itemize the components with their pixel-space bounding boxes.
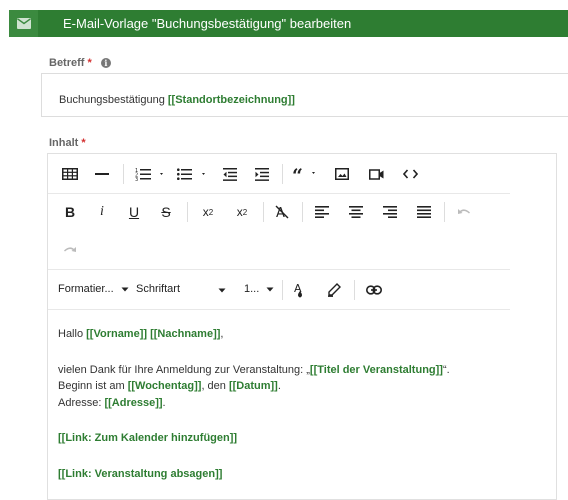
info-icon[interactable]: i <box>100 58 111 69</box>
subject-input[interactable]: Buchungsbestätigung [[Standortbezeichnun… <box>41 73 568 117</box>
placeholder-titel: [[Titel der Veranstaltung]] <box>309 363 443 376</box>
toolbar-divider <box>48 193 510 194</box>
link-icon[interactable] <box>362 280 386 300</box>
chevron-down-icon <box>121 287 129 292</box>
toolbar-separator <box>282 280 283 300</box>
svg-text:3: 3 <box>135 177 138 181</box>
required-mark: * <box>81 137 86 149</box>
subject-label: Betreff * i <box>49 57 111 69</box>
horizontal-line-icon[interactable] <box>90 164 114 184</box>
start-suffix: . <box>277 380 281 392</box>
indent-icon[interactable] <box>250 164 274 184</box>
italic-icon[interactable]: i <box>90 202 114 222</box>
align-left-icon[interactable] <box>310 202 334 222</box>
address-suffix: . <box>162 396 166 409</box>
address-text: Adresse: <box>58 396 105 409</box>
toolbar-divider <box>48 269 510 270</box>
rich-text-editor[interactable]: 123 “ B i U S x2 x2 A Formatier... Schri… <box>47 153 557 500</box>
toolbar-separator <box>187 202 188 222</box>
bold-icon[interactable]: B <box>58 202 82 222</box>
placeholder-link-cancel: [[Link: Veranstaltung absagen]] <box>58 467 223 480</box>
placeholder-nachname: [[Nachname]] <box>150 328 221 340</box>
svg-text:“: “ <box>292 168 303 180</box>
required-mark: * <box>87 57 92 69</box>
toolbar-separator <box>123 164 124 184</box>
font-select-value: Schriftart <box>136 283 181 295</box>
numbered-list-icon[interactable]: 123 <box>132 164 168 184</box>
thanks-suffix: “. <box>442 363 450 376</box>
content-label-text: Inhalt <box>49 137 79 149</box>
strikethrough-icon[interactable]: S <box>154 202 178 222</box>
editor-content[interactable]: Hallo [[Vorname]] [[Nachname]], vielen D… <box>58 326 450 482</box>
image-icon[interactable] <box>330 164 354 184</box>
subject-placeholder-token: [[Standortbezeichnung]] <box>167 94 295 106</box>
table-icon[interactable] <box>58 164 82 184</box>
undo-icon[interactable] <box>452 202 476 222</box>
placeholder-adresse: [[Adresse]] <box>104 396 163 409</box>
outdent-icon[interactable] <box>218 164 242 184</box>
placeholder-datum: [[Datum]] <box>228 380 278 392</box>
toolbar-separator <box>263 202 264 222</box>
toolbar-separator <box>302 202 303 222</box>
align-right-icon[interactable] <box>378 202 402 222</box>
thanks-text: vielen Dank für Ihre Anmeldung zur Veran… <box>58 363 310 376</box>
toolbar-separator <box>282 164 283 184</box>
format-select-value: Formatier... <box>58 283 114 295</box>
address-line: Adresse: [[Adresse]]. <box>58 395 450 412</box>
superscript-icon[interactable]: x2 <box>228 202 256 222</box>
placeholder-wochentag: [[Wochentag]] <box>127 380 202 392</box>
video-icon[interactable] <box>364 164 388 184</box>
cancel-link-line: [[Link: Veranstaltung absagen]] <box>58 466 450 483</box>
toolbar-separator <box>354 280 355 300</box>
content-label: Inhalt * <box>49 137 86 149</box>
blockquote-icon[interactable]: “ <box>289 164 321 184</box>
subject-value-text: Buchungsbestätigung <box>59 94 168 106</box>
align-center-icon[interactable] <box>344 202 368 222</box>
code-view-icon[interactable] <box>398 164 422 184</box>
subscript-icon[interactable]: x2 <box>194 202 222 222</box>
size-select-value: 1... <box>244 283 260 295</box>
calendar-link-line: [[Link: Zum Kalender hinzufügen]] <box>58 430 450 447</box>
toolbar-divider <box>48 309 510 310</box>
underline-icon[interactable]: U <box>122 202 146 222</box>
greeting-text: Hallo <box>58 328 87 340</box>
subject-value: Buchungsbestätigung [[Standortbezeichnun… <box>59 94 295 106</box>
redo-icon[interactable] <box>58 240 82 260</box>
highlight-icon[interactable] <box>322 280 346 300</box>
chevron-down-icon <box>218 288 226 293</box>
dialog-header: E-Mail-Vorlage "Buchungsbestätigung" bea… <box>9 10 568 37</box>
justify-icon[interactable] <box>412 202 436 222</box>
format-select[interactable]: Formatier... <box>58 283 129 295</box>
greeting-suffix: , <box>220 328 224 340</box>
placeholder-vorname: [[Vorname]] <box>86 328 148 340</box>
size-select[interactable]: 1... <box>244 283 274 295</box>
start-mid: , den <box>201 380 229 392</box>
bulleted-list-icon[interactable] <box>174 164 210 184</box>
thanks-line: vielen Dank für Ihre Anmeldung zur Veran… <box>58 362 450 379</box>
subject-label-text: Betreff <box>49 57 85 69</box>
placeholder-link-calendar: [[Link: Zum Kalender hinzufügen]] <box>58 432 238 444</box>
dialog-title: E-Mail-Vorlage "Buchungsbestätigung" bea… <box>63 16 352 31</box>
text-color-icon[interactable]: A <box>288 280 312 300</box>
start-text: Beginn ist am <box>58 380 128 392</box>
clear-format-icon[interactable]: A <box>270 202 294 222</box>
font-select[interactable]: Schriftart <box>136 283 226 295</box>
chevron-down-icon <box>266 287 274 292</box>
toolbar-separator <box>444 202 445 222</box>
mail-icon <box>9 10 38 37</box>
greeting-line: Hallo [[Vorname]] [[Nachname]], <box>58 326 450 343</box>
start-line: Beginn ist am [[Wochentag]], den [[Datum… <box>58 378 450 395</box>
